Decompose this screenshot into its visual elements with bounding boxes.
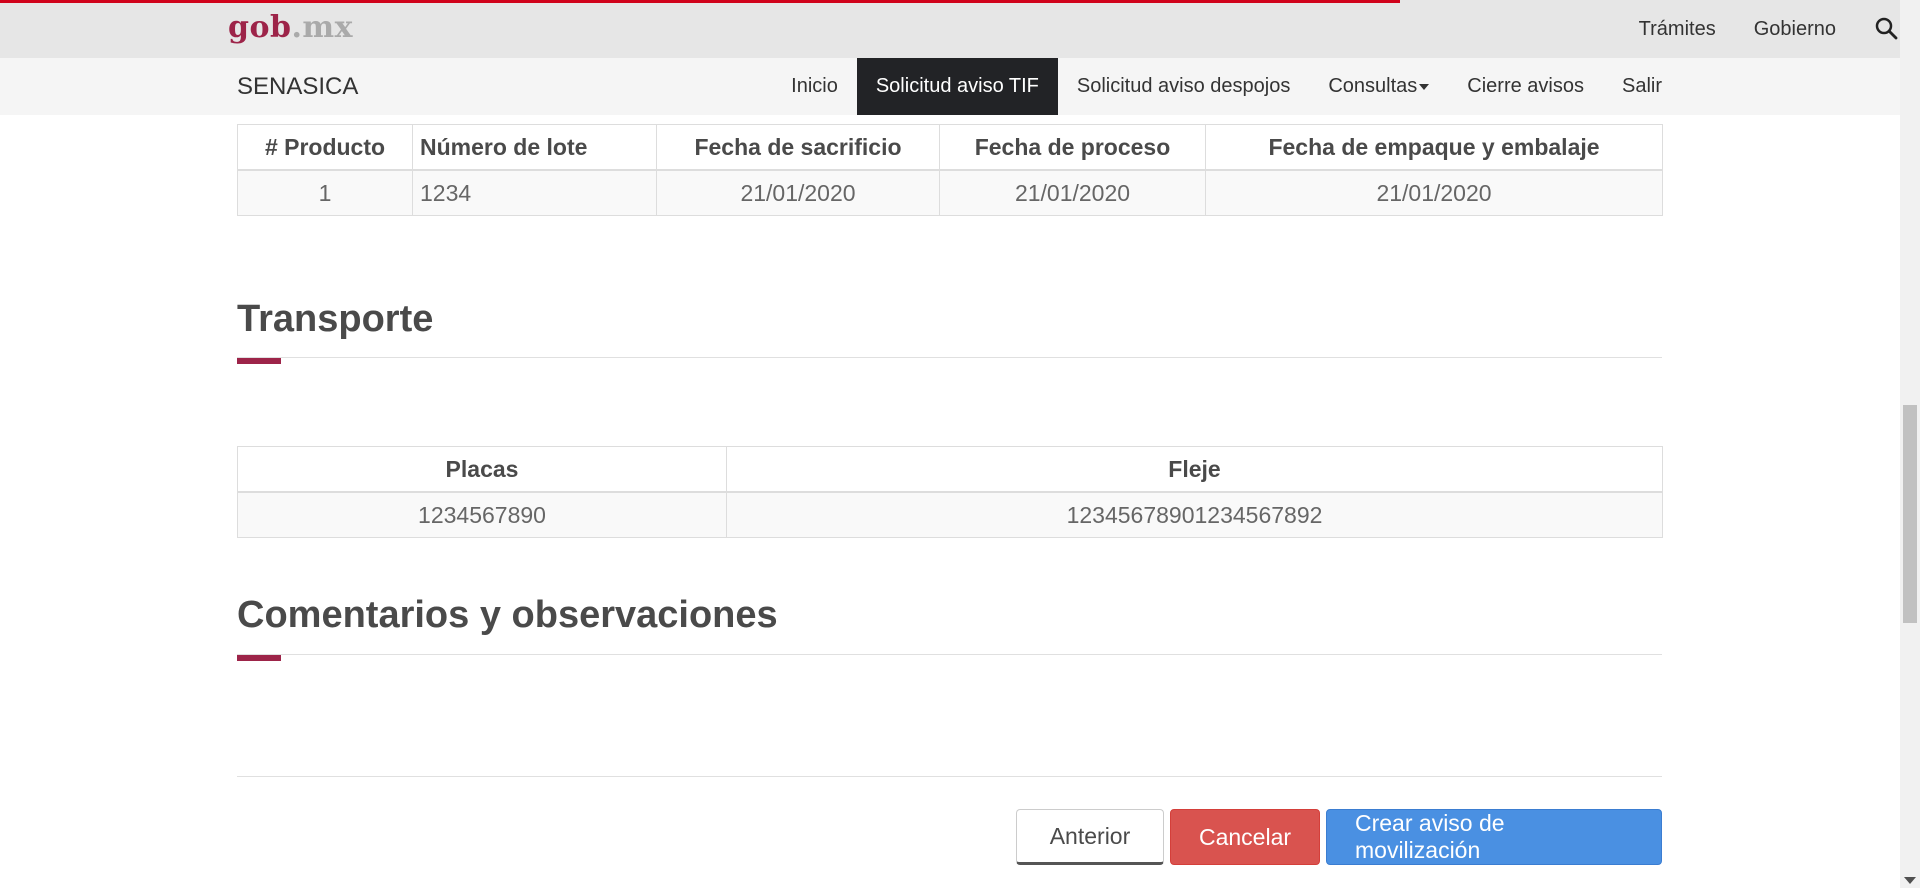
nav-item-solicitud-aviso-tif[interactable]: Solicitud aviso TIF — [856, 58, 1058, 115]
gob-mx-logo[interactable]: gob.mx — [228, 10, 353, 45]
table-cell: 21/01/2020 — [939, 169, 1206, 216]
scrollbar-thumb[interactable] — [1903, 405, 1917, 623]
nav-menu: Inicio Solicitud aviso TIF Solicitud avi… — [772, 58, 1662, 115]
table-row: 1 1234 21/01/2020 21/01/2020 21/01/2020 — [237, 169, 1663, 216]
gob-header: gob.mx Trámites Gobierno — [0, 0, 1900, 58]
nav-item-cierre-avisos[interactable]: Cierre avisos — [1448, 58, 1603, 115]
product-table-container: # Producto Número de lote Fecha de sacri… — [237, 124, 1663, 216]
brand-senasica[interactable]: SENASICA — [237, 73, 358, 101]
section-divider — [237, 357, 1662, 358]
form-actions: Anterior Cancelar Crear aviso de moviliz… — [1010, 809, 1662, 865]
column-header: Número de lote — [412, 124, 657, 171]
link-tramites[interactable]: Trámites — [1639, 18, 1716, 41]
comentarios-heading: Comentarios y observaciones — [237, 594, 778, 636]
table-cell: 1234 — [412, 169, 657, 216]
product-table: # Producto Número de lote Fecha de sacri… — [237, 124, 1663, 216]
table-row: 1234567890 12345678901234567892 — [237, 491, 1663, 538]
table-header-row: # Producto Número de lote Fecha de sacri… — [237, 124, 1663, 171]
scroll-down-arrow-icon[interactable] — [1904, 877, 1916, 884]
table-cell: 1 — [237, 169, 413, 216]
table-header-row: Placas Fleje — [237, 446, 1663, 493]
table-cell: 21/01/2020 — [656, 169, 940, 216]
form-footer-divider — [237, 776, 1662, 777]
page: gob.mx Trámites Gobierno SENASICA Inicio… — [0, 0, 1900, 888]
gob-header-links: Trámites Gobierno — [1601, 0, 1900, 58]
table-cell: 21/01/2020 — [1205, 169, 1663, 216]
section-accent-bar — [237, 358, 281, 364]
column-header: Fecha de proceso — [939, 124, 1206, 171]
nav-item-consultas[interactable]: Consultas — [1309, 58, 1448, 115]
cancel-button[interactable]: Cancelar — [1170, 809, 1320, 865]
table-cell: 1234567890 — [237, 491, 727, 538]
column-header: Fecha de empaque y embalaje — [1205, 124, 1663, 171]
caret-down-icon — [1419, 83, 1430, 90]
nav-item-consultas-label: Consultas — [1328, 75, 1418, 97]
page-scrollbar[interactable] — [1900, 0, 1920, 888]
nav-item-solicitud-aviso-despojos[interactable]: Solicitud aviso despojos — [1058, 58, 1309, 115]
link-gobierno[interactable]: Gobierno — [1754, 18, 1836, 41]
section-accent-bar — [237, 655, 281, 661]
table-cell: 12345678901234567892 — [726, 491, 1663, 538]
column-header: Fecha de sacrificio — [656, 124, 940, 171]
section-divider — [237, 654, 1662, 655]
previous-button[interactable]: Anterior — [1016, 809, 1164, 865]
column-header: Placas — [237, 446, 727, 493]
page-load-progress — [0, 0, 1400, 3]
nav-item-salir[interactable]: Salir — [1603, 58, 1662, 115]
transporte-table-container: Placas Fleje 1234567890 1234567890123456… — [237, 446, 1663, 538]
search-icon[interactable] — [1874, 16, 1900, 42]
column-header: Fleje — [726, 446, 1663, 493]
create-movement-notice-button[interactable]: Crear aviso de movilización — [1326, 809, 1662, 865]
nav-item-inicio[interactable]: Inicio — [772, 58, 857, 115]
main-navbar: SENASICA Inicio Solicitud aviso TIF Soli… — [0, 58, 1900, 115]
transporte-heading: Transporte — [237, 298, 434, 340]
transporte-table: Placas Fleje 1234567890 1234567890123456… — [237, 446, 1663, 538]
column-header: # Producto — [237, 124, 413, 171]
